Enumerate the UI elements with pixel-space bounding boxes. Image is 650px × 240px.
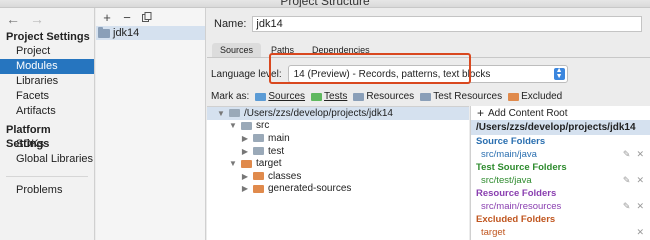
language-level-row: Language level: 14 (Preview) - Records, …	[211, 65, 568, 83]
content-roots-panel: + Add Content Root /Users/zzs/develop/pr…	[470, 106, 650, 240]
close-icon[interactable]: ✕	[636, 174, 644, 187]
collapse-triangle-icon[interactable]: ▶	[241, 134, 249, 143]
tree-node-classes[interactable]: ▶ classes	[207, 170, 469, 183]
tab-sources[interactable]: Sources	[212, 43, 262, 57]
excluded-folder-icon	[253, 172, 264, 181]
language-level-select[interactable]: 14 (Preview) - Records, patterns, text b…	[287, 65, 568, 83]
mark-excluded-button[interactable]: Excluded	[508, 91, 562, 102]
name-label: Name:	[214, 18, 247, 30]
source-folders-title: Source Folders	[476, 136, 546, 147]
close-icon[interactable]: ✕	[636, 148, 644, 161]
tree-node-src[interactable]: ▼ src	[207, 120, 469, 133]
folder-icon	[253, 134, 264, 143]
resource-folder-entry: src/main/resources ✎ ✕	[481, 200, 644, 213]
nav-item-project[interactable]: Project	[0, 44, 94, 59]
mark-as-bar: Mark as: Sources Tests Resources Test Re…	[211, 91, 562, 102]
nav-item-artifacts[interactable]: Artifacts	[0, 104, 94, 119]
test-source-folders-title: Test Source Folders	[476, 162, 567, 173]
expand-triangle-icon[interactable]: ▼	[229, 121, 237, 130]
modules-toolbar: + −	[96, 8, 205, 26]
edit-icon[interactable]: ✎	[623, 200, 631, 213]
sources-folder-icon	[255, 92, 267, 101]
tab-paths[interactable]: Paths	[263, 43, 302, 57]
modules-panel: + − jdk14	[96, 8, 206, 240]
module-folder-icon	[98, 26, 110, 38]
nav-item-global-libraries[interactable]: Global Libraries	[0, 152, 94, 167]
tree-node-target[interactable]: ▼ target	[207, 157, 469, 170]
expand-triangle-icon[interactable]: ▼	[229, 159, 237, 168]
excluded-folder-icon	[253, 184, 264, 193]
nav-section-title: Platform Settings	[6, 124, 51, 150]
collapse-triangle-icon[interactable]: ▶	[241, 147, 249, 156]
test-resources-folder-icon	[420, 92, 432, 101]
tab-divider	[207, 57, 650, 58]
nav-item-facets[interactable]: Facets	[0, 89, 94, 104]
copy-icon[interactable]	[141, 11, 153, 23]
excluded-folder-icon	[508, 92, 520, 101]
tests-folder-icon	[311, 92, 323, 101]
nav-divider	[6, 176, 88, 177]
module-item[interactable]: jdk14	[96, 26, 205, 40]
folder-icon	[241, 121, 252, 130]
mark-tests-button[interactable]: Tests	[311, 91, 347, 102]
excluded-folder-icon	[241, 159, 252, 168]
add-content-root-button[interactable]: + Add Content Root	[471, 106, 650, 120]
language-level-label: Language level:	[211, 68, 282, 80]
nav-section-title: Project Settings	[6, 31, 90, 43]
nav-item-libraries[interactable]: Libraries	[0, 74, 94, 89]
edit-icon[interactable]: ✎	[623, 148, 631, 161]
mark-resources-button[interactable]: Resources	[353, 91, 414, 102]
mark-sources-button[interactable]: Sources	[255, 91, 305, 102]
window-title: Project Structure	[280, 0, 370, 8]
title-bar: Project Structure	[0, 0, 650, 8]
excluded-folder-entry: target ✕	[481, 226, 644, 239]
mark-as-label: Mark as:	[211, 91, 250, 102]
resource-folders-title: Resource Folders	[476, 188, 557, 199]
collapse-triangle-icon[interactable]: ▶	[241, 184, 249, 193]
edit-icon[interactable]: ✎	[623, 174, 631, 187]
plus-icon: +	[477, 106, 485, 120]
test-source-folder-entry: src/test/java ✎ ✕	[481, 174, 644, 187]
chevron-updown-icon: ▲ ▼	[553, 67, 565, 80]
tree-node-generated-sources[interactable]: ▶ generated-sources	[207, 183, 469, 196]
arrow-left-icon[interactable]: ←	[6, 11, 20, 27]
tree-node-test[interactable]: ▶ test	[207, 145, 469, 158]
add-module-button[interactable]: +	[101, 10, 113, 25]
name-row: Name: jdk14	[214, 16, 643, 32]
tree-node-root[interactable]: ▼ /Users/zzs/develop/projects/jdk14	[207, 107, 469, 120]
tab-dependencies[interactable]: Dependencies	[304, 43, 378, 57]
tree-node-main[interactable]: ▶ main	[207, 132, 469, 145]
arrow-right-icon[interactable]: →	[30, 11, 44, 27]
name-field[interactable]: jdk14	[252, 16, 643, 32]
expand-triangle-icon[interactable]: ▼	[217, 109, 225, 118]
collapse-triangle-icon[interactable]: ▶	[241, 172, 249, 181]
detail-tabs: Sources Paths Dependencies	[212, 43, 378, 57]
close-icon[interactable]: ✕	[636, 226, 644, 239]
resources-folder-icon	[353, 92, 365, 101]
settings-nav: ← → Project Settings Project Modules Lib…	[0, 8, 95, 240]
excluded-folders-title: Excluded Folders	[476, 214, 556, 225]
folder-icon	[229, 109, 240, 118]
remove-module-button[interactable]: −	[121, 10, 133, 25]
content-tree: ▼ /Users/zzs/develop/projects/jdk14 ▼ sr…	[207, 106, 469, 240]
language-level-value: 14 (Preview) - Records, patterns, text b…	[293, 68, 491, 80]
nav-item-problems[interactable]: Problems	[0, 183, 94, 198]
module-label: jdk14	[113, 27, 140, 39]
content-root-path: /Users/zzs/develop/projects/jdk14	[471, 120, 650, 135]
module-detail: Name: jdk14 Sources Paths Dependencies L…	[207, 8, 650, 240]
mark-test-resources-button[interactable]: Test Resources	[420, 91, 502, 102]
nav-history: ← →	[0, 8, 94, 30]
source-folder-entry: src/main/java ✎ ✕	[481, 148, 644, 161]
folder-icon	[253, 147, 264, 156]
nav-item-modules[interactable]: Modules	[0, 59, 94, 74]
close-icon[interactable]: ✕	[636, 200, 644, 213]
